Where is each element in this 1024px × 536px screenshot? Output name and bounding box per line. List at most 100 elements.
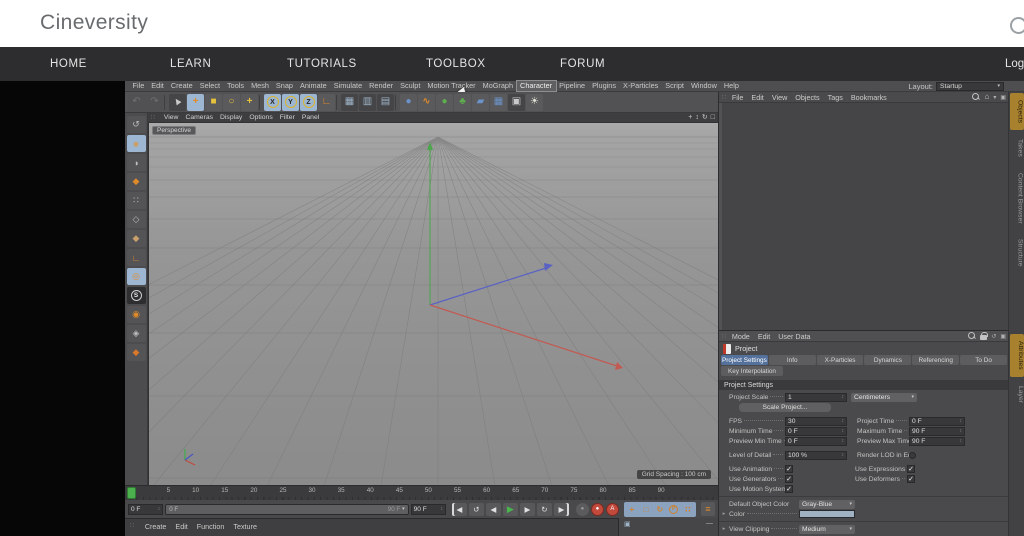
render-picture-viewer-icon[interactable]: ▥ bbox=[359, 94, 376, 111]
camera-icon[interactable]: ▣ bbox=[508, 94, 525, 111]
workplane-lock-icon[interactable]: ◈ bbox=[127, 325, 146, 342]
end-frame-field[interactable]: 90 F↕ bbox=[411, 504, 446, 515]
tab-layer[interactable]: Layer bbox=[1010, 379, 1024, 410]
expand-icon[interactable]: ▸ bbox=[719, 511, 729, 517]
pan-view-icon[interactable]: + bbox=[688, 114, 692, 122]
goto-start-button[interactable]: ◀ bbox=[452, 503, 467, 516]
menu-item[interactable]: Create bbox=[167, 81, 196, 91]
material-menu-item[interactable]: Texture bbox=[233, 522, 257, 531]
spline-pen-icon[interactable]: ∿ bbox=[418, 94, 435, 111]
play-button[interactable]: ▶ bbox=[503, 503, 518, 516]
panel-grip-icon[interactable]: ∷ bbox=[722, 333, 726, 340]
undo-icon[interactable]: ↶ bbox=[128, 94, 145, 111]
nav-item[interactable]: TUTORIALS bbox=[287, 47, 357, 81]
last-tool-icon[interactable]: + bbox=[241, 94, 258, 111]
object-manager-menu-item[interactable]: File bbox=[728, 93, 748, 102]
collapse-icon[interactable]: — bbox=[706, 520, 713, 527]
material-menu-item[interactable]: Edit bbox=[175, 522, 187, 531]
tab-info[interactable]: Info bbox=[769, 355, 816, 365]
scale-tool-icon[interactable]: ■ bbox=[205, 94, 222, 111]
toolbar-separator[interactable] bbox=[395, 95, 399, 110]
use-animation-checkbox[interactable]: ✓ bbox=[785, 465, 793, 473]
render-lod-radio[interactable] bbox=[909, 452, 916, 459]
move-tool-icon[interactable]: + bbox=[187, 94, 204, 111]
toolbar-separator[interactable] bbox=[259, 95, 263, 110]
project-scale-field[interactable]: 1↕ bbox=[785, 393, 847, 402]
chevron-down-icon[interactable]: ▾ bbox=[402, 506, 405, 513]
default-object-color-dropdown[interactable]: Gray-Blue▾ bbox=[799, 500, 855, 509]
coordinate-system-icon[interactable]: ∟ bbox=[318, 94, 335, 111]
tab-project-settings[interactable]: Project Settings bbox=[721, 355, 768, 365]
light-icon[interactable]: ☀ bbox=[526, 94, 543, 111]
record-rotation-toggle[interactable]: ↻ bbox=[653, 503, 667, 516]
edges-mode-icon[interactable]: ◇ bbox=[127, 211, 146, 228]
use-generators-checkbox[interactable]: ✓ bbox=[785, 475, 793, 483]
viewport-menu-item[interactable]: Filter bbox=[280, 114, 295, 121]
view-label-badge[interactable]: Perspective bbox=[152, 126, 196, 135]
autokeying-button[interactable]: A bbox=[606, 503, 619, 516]
nav-item[interactable]: TOOLBOX bbox=[426, 47, 486, 81]
frame-range-slider[interactable]: 0 F 90 F▾ bbox=[165, 504, 408, 515]
tab-referencing[interactable]: Referencing bbox=[912, 355, 959, 365]
y-axis-lock-icon[interactable]: Y bbox=[282, 94, 299, 111]
nav-item[interactable]: FORUM bbox=[560, 47, 605, 81]
search-icon[interactable] bbox=[972, 93, 980, 101]
menu-item[interactable]: Script bbox=[662, 81, 688, 91]
quantize-icon[interactable]: ◉ bbox=[127, 306, 146, 323]
object-list-empty[interactable] bbox=[719, 103, 1009, 330]
timeline-playhead[interactable] bbox=[127, 487, 136, 499]
history-icon[interactable]: ↺ bbox=[991, 333, 996, 340]
viewport-menu-item[interactable]: Display bbox=[220, 114, 242, 121]
menu-item[interactable]: Sculpt bbox=[397, 81, 424, 91]
home-icon[interactable]: ⌂ bbox=[984, 93, 989, 101]
snap-icon[interactable]: S bbox=[127, 287, 146, 304]
texture-mode-icon[interactable]: ◑ bbox=[127, 154, 146, 171]
use-deformers-checkbox[interactable]: ✓ bbox=[907, 475, 915, 483]
nav-item[interactable]: LEARN bbox=[170, 47, 211, 81]
attribute-manager-menu-item[interactable]: User Data bbox=[774, 332, 814, 341]
menu-item[interactable]: MoGraph bbox=[479, 81, 516, 91]
axis-mode-icon[interactable]: ∟ bbox=[127, 249, 146, 266]
x-axis-lock-icon[interactable]: X bbox=[264, 94, 281, 111]
panel-icon[interactable]: ▣ bbox=[1000, 333, 1006, 340]
color-swatch[interactable] bbox=[799, 510, 855, 518]
search-icon[interactable] bbox=[1010, 17, 1024, 34]
object-manager-menu-item[interactable]: Tags bbox=[824, 93, 847, 102]
toolbar-separator[interactable] bbox=[164, 95, 168, 110]
render-settings-icon[interactable]: ▤ bbox=[377, 94, 394, 111]
keyframe-selection-icon[interactable]: ≡ bbox=[701, 502, 715, 516]
use-motion-system-checkbox[interactable]: ✓ bbox=[785, 485, 793, 493]
record-position-toggle[interactable]: + bbox=[625, 503, 639, 516]
panel-icon[interactable]: ▣ bbox=[1000, 94, 1006, 101]
menu-item[interactable]: Snap bbox=[272, 81, 296, 91]
tab-to-do[interactable]: To Do bbox=[960, 355, 1007, 365]
login-link[interactable]: Log In bbox=[1005, 47, 1024, 81]
toolbar-separator[interactable] bbox=[336, 95, 340, 110]
object-manager-menu-item[interactable]: View bbox=[768, 93, 791, 102]
nav-item[interactable]: HOME bbox=[50, 47, 87, 81]
view-clipping-dropdown[interactable]: Medium▾ bbox=[799, 525, 855, 534]
record-button[interactable]: ● bbox=[576, 503, 589, 516]
menu-item[interactable]: Animate bbox=[296, 81, 330, 91]
previous-frame-button[interactable]: ◀ bbox=[486, 503, 501, 516]
attribute-manager-menu-item[interactable]: Edit bbox=[754, 332, 774, 341]
timeline-ruler[interactable]: 51015202530354045505560657075808590 bbox=[125, 485, 718, 500]
make-editable-icon[interactable]: ↺ bbox=[127, 116, 146, 133]
attribute-manager-menu-item[interactable]: Mode bbox=[728, 332, 754, 341]
object-manager-menu-item[interactable]: Bookmarks bbox=[847, 93, 891, 102]
redo-icon[interactable]: ↷ bbox=[146, 94, 163, 111]
preview-min-time-field[interactable]: 0 F↕ bbox=[785, 437, 847, 446]
use-expressions-checkbox[interactable]: ✓ bbox=[907, 465, 915, 473]
menu-item[interactable]: Select bbox=[196, 81, 223, 91]
menu-item[interactable]: File bbox=[129, 81, 148, 91]
model-mode-icon[interactable]: ■ bbox=[127, 135, 146, 152]
subdivision-surface-icon[interactable]: ● bbox=[400, 94, 417, 111]
fps-field[interactable]: 30↕ bbox=[785, 417, 847, 426]
object-manager-menu-item[interactable]: Edit bbox=[747, 93, 767, 102]
menu-item[interactable]: Help bbox=[720, 81, 742, 91]
polygons-mode-icon[interactable]: ◆ bbox=[127, 230, 146, 247]
workplane-mode-icon[interactable]: ◆ bbox=[127, 173, 146, 190]
menu-item[interactable]: Edit bbox=[148, 81, 168, 91]
toggle-view-icon[interactable]: □ bbox=[711, 114, 715, 122]
chevron-down-icon[interactable]: ▾ bbox=[993, 94, 996, 101]
